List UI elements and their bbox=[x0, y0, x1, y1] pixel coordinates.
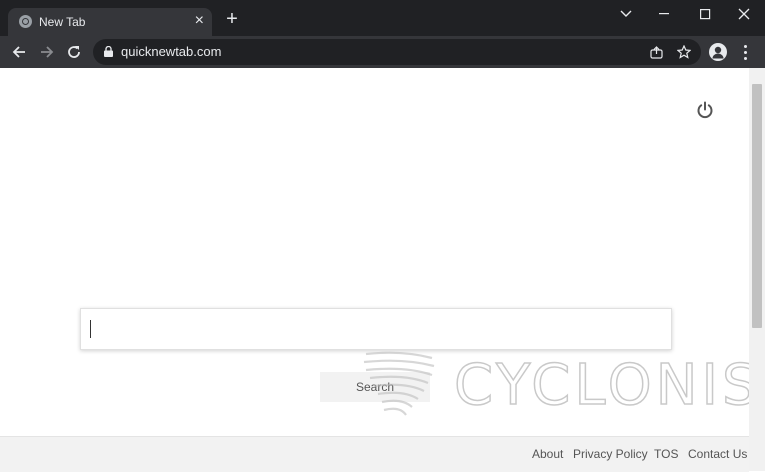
avatar-icon bbox=[712, 46, 724, 59]
browser-titlebar: New Tab × + bbox=[0, 0, 765, 36]
page-content: Search CYCLONIS About Privacy Policy TOS… bbox=[0, 68, 765, 472]
page-footer: About Privacy Policy TOS Contact Us bbox=[0, 436, 749, 472]
minimize-icon bbox=[659, 13, 669, 15]
footer-link-contact-us[interactable]: Contact Us bbox=[688, 447, 747, 461]
globe-icon bbox=[19, 15, 32, 28]
new-tab-button[interactable]: + bbox=[222, 9, 242, 29]
close-icon bbox=[738, 8, 750, 20]
dot-icon bbox=[743, 50, 747, 54]
tab-close-button[interactable]: × bbox=[195, 12, 204, 30]
dot-icon bbox=[743, 44, 747, 48]
profile-button[interactable] bbox=[709, 43, 727, 61]
minimize-button[interactable] bbox=[645, 0, 685, 28]
browser-tab[interactable]: New Tab × bbox=[8, 8, 212, 36]
footer-link-tos[interactable]: TOS bbox=[654, 447, 678, 461]
footer-link-privacy-policy[interactable]: Privacy Policy bbox=[573, 447, 648, 461]
watermark-text: CYCLONIS bbox=[453, 353, 762, 418]
chevron-down-icon bbox=[620, 10, 632, 17]
share-icon bbox=[649, 45, 663, 59]
address-url[interactable]: quicknewtab.com bbox=[121, 44, 221, 59]
address-bar[interactable]: quicknewtab.com bbox=[93, 39, 701, 65]
maximize-button[interactable] bbox=[685, 0, 725, 28]
close-window-button[interactable] bbox=[724, 0, 764, 28]
tab-title: New Tab bbox=[39, 15, 86, 29]
reload-button[interactable] bbox=[63, 42, 85, 62]
maximize-icon bbox=[699, 8, 710, 19]
arrow-left-icon bbox=[12, 46, 25, 58]
scrollbar-thumb[interactable] bbox=[752, 84, 762, 328]
search-input[interactable] bbox=[81, 309, 671, 349]
star-icon bbox=[677, 45, 691, 59]
more-menu-button[interactable] bbox=[739, 43, 751, 61]
footer-link-about[interactable]: About bbox=[532, 447, 563, 461]
vertical-scrollbar[interactable] bbox=[749, 68, 765, 471]
browser-toolbar: quicknewtab.com bbox=[0, 36, 765, 68]
back-button[interactable] bbox=[8, 42, 30, 62]
lock-icon bbox=[104, 46, 113, 57]
reload-icon bbox=[68, 46, 80, 58]
forward-button[interactable] bbox=[36, 42, 58, 62]
dot-icon bbox=[743, 56, 747, 60]
text-caret bbox=[90, 320, 91, 338]
search-box bbox=[80, 308, 672, 350]
search-button[interactable]: Search bbox=[320, 372, 430, 402]
arrow-right-icon bbox=[41, 46, 54, 58]
share-button[interactable] bbox=[648, 44, 664, 60]
bookmark-button[interactable] bbox=[676, 44, 692, 60]
power-icon[interactable] bbox=[696, 101, 714, 119]
tab-search-button[interactable] bbox=[606, 0, 646, 28]
